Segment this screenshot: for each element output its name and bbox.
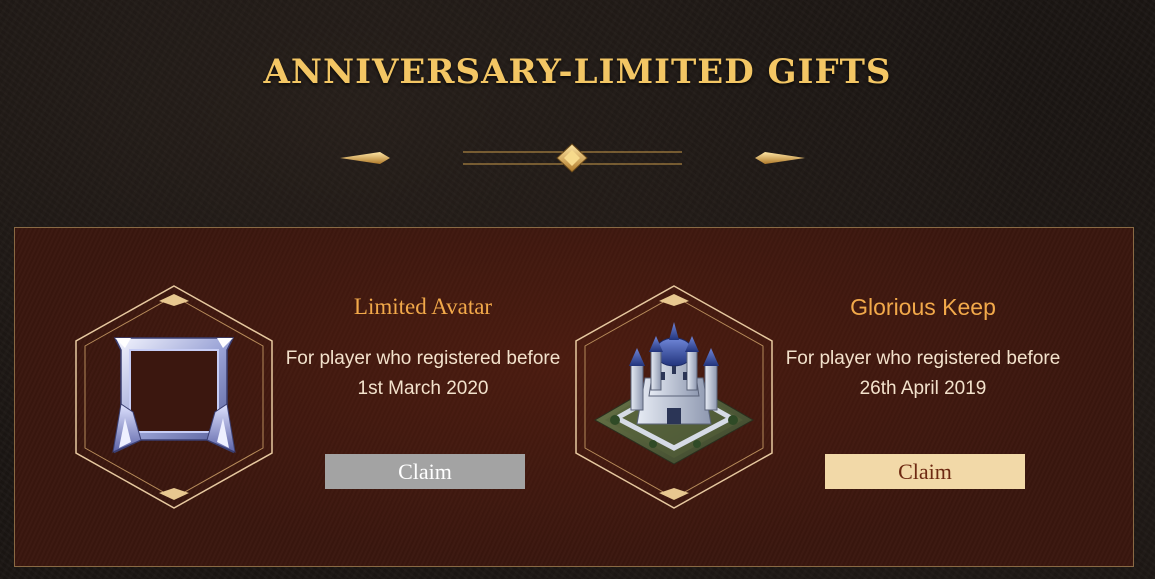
- gift-name: Limited Avatar: [353, 294, 493, 319]
- gift-card-limited-avatar: Limited Avatar For player who registered…: [73, 228, 573, 566]
- ornament-divider: [340, 143, 805, 173]
- avatar-frame-icon: [112, 337, 236, 454]
- claim-avatar-button[interactable]: Claim: [325, 454, 525, 489]
- page-title: ANNIVERSARY-LIMITED GIFTS: [263, 52, 892, 92]
- condition-date: 1st March 2020: [357, 378, 489, 399]
- gift-condition: For player who registered before 1st Mar…: [278, 344, 568, 404]
- reward-hex-frame: [573, 284, 775, 510]
- condition-line-1: For player who registered before: [285, 348, 561, 369]
- condition-line-1: For player who registered before: [785, 348, 1061, 369]
- castle-keep-icon: [593, 322, 755, 465]
- gift-condition: For player who registered before 26th Ap…: [778, 344, 1068, 404]
- gift-card-glorious-keep: Glorious Keep For player who registered …: [573, 228, 1073, 566]
- gifts-panel: Limited Avatar For player who registered…: [14, 227, 1134, 567]
- condition-date: 26th April 2019: [859, 378, 987, 399]
- claim-keep-button[interactable]: Claim: [825, 454, 1025, 489]
- reward-hex-frame: [73, 284, 275, 510]
- gift-name: Glorious Keep: [850, 294, 996, 320]
